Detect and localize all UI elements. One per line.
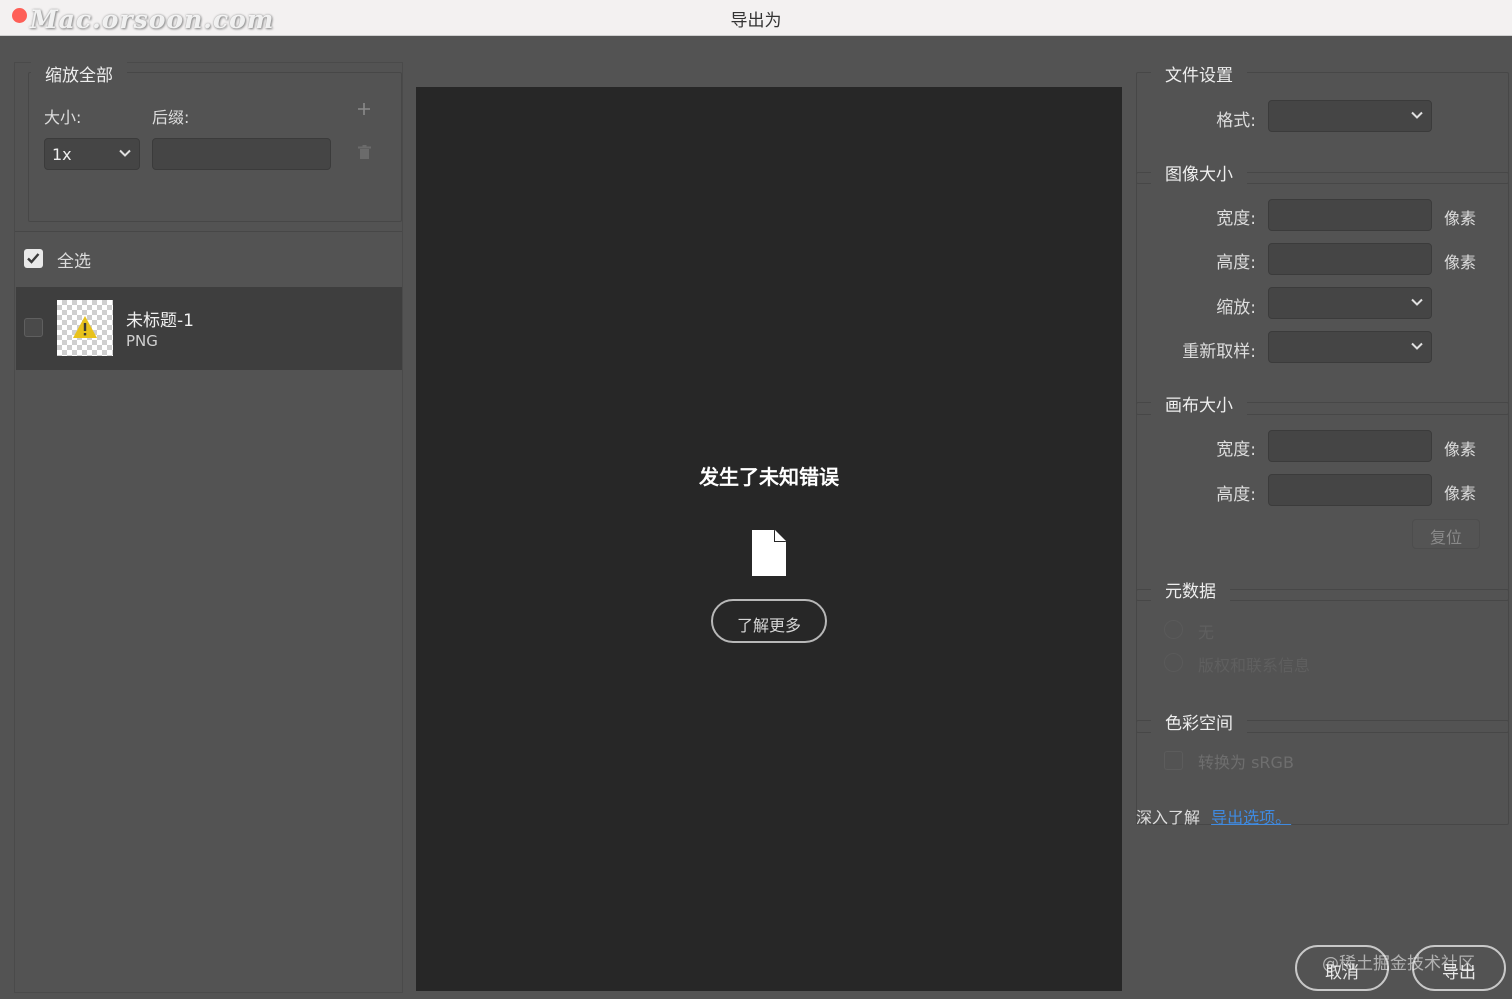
preview-area: 发生了未知错误 了解更多 [416,87,1122,991]
suffix-label: 后缀: [152,108,190,127]
size-label: 大小: [44,108,82,127]
convert-srgb-label: 转换为 sRGB [1198,753,1294,772]
image-width-input[interactable] [1268,199,1432,231]
image-size-title: 图像大小 [1151,160,1247,185]
select-all-checkbox[interactable] [24,249,43,268]
canvas-width-label: 宽度: [1216,440,1256,460]
image-height-unit: 像素 [1444,253,1477,272]
metadata-none-label: 无 [1198,623,1215,642]
file-thumbnail [57,300,113,356]
convert-srgb-checkbox[interactable] [1164,751,1183,770]
chevron-down-icon [1411,342,1423,350]
scale-label: 缩放: [1216,298,1256,318]
window-title: 导出为 [730,11,782,31]
settings-panel: 文件设置 格式: 图像大小 宽度: 像素 高度: 像素 缩放: 重新取样: 画布… [1136,36,1512,999]
canvas-width-input[interactable] [1268,430,1432,462]
canvas-height-label: 高度: [1216,485,1256,505]
metadata-copyright-label: 版权和联系信息 [1198,656,1311,675]
export-options-help: 深入了解 导出选项。 [1136,804,1291,828]
metadata-title: 元数据 [1151,577,1230,602]
image-height-input[interactable] [1268,243,1432,275]
color-space-title: 色彩空间 [1151,709,1247,734]
chevron-down-icon [1411,111,1423,119]
trash-icon[interactable] [358,144,371,165]
chevron-down-icon [1411,298,1423,306]
image-width-unit: 像素 [1444,209,1477,228]
file-settings-title: 文件设置 [1151,61,1247,86]
format-select[interactable] [1268,100,1432,132]
chevron-down-icon [119,149,131,157]
canvas-height-unit: 像素 [1444,484,1477,503]
canvas-size-title: 画布大小 [1151,391,1247,416]
warning-icon [73,316,97,338]
canvas-width-unit: 像素 [1444,440,1477,459]
select-all-label: 全选 [57,252,91,272]
scale-all-title: 缩放全部 [31,61,127,86]
checkmark-icon [27,253,40,264]
canvas-height-input[interactable] [1268,474,1432,506]
suffix-input[interactable] [152,138,331,170]
size-select[interactable]: 1x [44,138,140,170]
watermark-text: @稀土掘金技术社区 [1322,954,1475,974]
window-titlebar: Mac.orsoon.com 导出为 [0,0,1512,36]
file-format: PNG [126,332,158,350]
error-message: 发生了未知错误 [699,465,839,489]
image-width-label: 宽度: [1216,209,1256,229]
select-all-row[interactable]: 全选 [15,231,402,283]
help-prefix: 深入了解 [1136,808,1201,827]
size-select-value: 1x [52,145,72,164]
document-icon [752,530,786,576]
reset-button[interactable]: 复位 [1412,519,1480,549]
file-item-checkbox[interactable] [24,318,43,337]
export-dialog: 缩放全部 大小: 后缀: 1x 全选 未标题-1 PNG 预览 [0,36,1512,999]
format-label: 格式: [1216,111,1256,131]
learn-more-button[interactable]: 了解更多 [711,599,827,643]
list-item[interactable]: 未标题-1 PNG [16,287,402,370]
resample-select[interactable] [1268,331,1432,363]
file-name: 未标题-1 [126,311,194,331]
image-height-label: 高度: [1216,253,1256,273]
resample-label: 重新取样: [1182,342,1256,362]
export-options-link[interactable]: 导出选项。 [1211,808,1291,827]
plus-icon[interactable] [357,100,371,121]
metadata-copyright-radio[interactable] [1164,653,1183,672]
scale-select[interactable] [1268,287,1432,319]
metadata-none-radio[interactable] [1164,620,1183,639]
